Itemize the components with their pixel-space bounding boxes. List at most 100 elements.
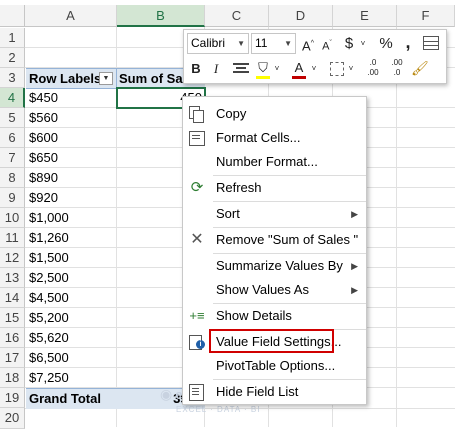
- decimal-text: .0: [369, 58, 377, 67]
- row-labels-header[interactable]: Row Labels: [29, 69, 101, 89]
- column-header-f[interactable]: F: [397, 5, 455, 27]
- chevron-down-icon[interactable]: ˅: [346, 59, 356, 79]
- menu-item-number-format[interactable]: Number Format...: [183, 150, 366, 174]
- row-label[interactable]: $4,500: [26, 288, 69, 308]
- column-header-b[interactable]: B: [117, 5, 205, 27]
- row-label[interactable]: $2,500: [26, 268, 69, 288]
- select-all-corner[interactable]: [0, 5, 25, 27]
- row-header-7[interactable]: 7: [0, 148, 25, 168]
- menu-item-label: Summarize Values By: [216, 258, 343, 273]
- decrease-decimal-icon[interactable]: .00.0: [387, 58, 407, 78]
- bold-button[interactable]: B: [188, 59, 204, 79]
- row-header-20[interactable]: 20: [0, 408, 25, 429]
- chevron-down-icon[interactable]: ˅: [309, 59, 319, 79]
- currency-icon[interactable]: $: [341, 34, 357, 54]
- row-header-1[interactable]: 1: [0, 28, 25, 48]
- row-header-13[interactable]: 13: [0, 268, 25, 288]
- menu-item-label: Copy: [216, 106, 247, 121]
- show-details-icon: +≡: [189, 308, 205, 323]
- row-header-14[interactable]: 14: [0, 288, 25, 308]
- borders-icon[interactable]: [330, 62, 344, 76]
- row-header-2[interactable]: 2: [0, 48, 25, 68]
- row-label[interactable]: $6,500: [26, 348, 69, 368]
- menu-item-remove[interactable]: ✕ Remove "Sum of Sales ": [183, 228, 366, 252]
- row-label[interactable]: $5,620: [26, 328, 69, 348]
- menu-item-label: Hide Field List: [216, 384, 299, 399]
- filter-dropdown-icon[interactable]: ▼: [99, 72, 113, 85]
- row-header-4[interactable]: 4: [0, 88, 25, 108]
- comma-style-icon[interactable]: ,: [401, 32, 415, 52]
- row-header-16[interactable]: 16: [0, 328, 25, 348]
- font-size-value: 11: [255, 36, 268, 50]
- row-header-3[interactable]: 3: [0, 68, 25, 88]
- submenu-arrow-icon: ▶: [351, 209, 358, 219]
- row-header-9[interactable]: 9: [0, 188, 25, 208]
- format-painter-icon[interactable]: 🖌: [411, 58, 429, 78]
- align-center-icon[interactable]: [233, 62, 249, 75]
- decimal-text: .00: [391, 58, 403, 67]
- row-header-18[interactable]: 18: [0, 368, 25, 388]
- fill-color-icon[interactable]: ⛉: [255, 58, 271, 78]
- row-header-11[interactable]: 11: [0, 228, 25, 248]
- row-label[interactable]: $1,500: [26, 248, 69, 268]
- menu-item-format-cells[interactable]: Format Cells...: [183, 126, 366, 150]
- grand-total-label[interactable]: Grand Total: [29, 389, 101, 409]
- italic-button[interactable]: I: [208, 59, 224, 79]
- column-header-c[interactable]: C: [205, 5, 269, 27]
- menu-item-show-details[interactable]: +≡ Show Details: [183, 304, 366, 328]
- submenu-arrow-icon: ▶: [351, 285, 358, 295]
- menu-item-show-values-as[interactable]: Show Values As ▶: [183, 278, 366, 302]
- chevron-down-icon[interactable]: ˅: [358, 34, 368, 54]
- highlight-box: [209, 329, 334, 353]
- row-label[interactable]: $560: [26, 108, 58, 128]
- grow-font-icon[interactable]: A^: [299, 34, 317, 54]
- row-label[interactable]: $600: [26, 128, 58, 148]
- menu-item-label: Sort: [216, 206, 240, 221]
- row-label[interactable]: $1,260: [26, 228, 69, 248]
- decimal-text: .0: [393, 68, 401, 77]
- row-header-10[interactable]: 10: [0, 208, 25, 228]
- percent-icon[interactable]: %: [377, 34, 395, 54]
- chevron-down-icon: ▼: [284, 39, 292, 48]
- chevron-down-icon[interactable]: ˅: [272, 59, 282, 79]
- column-header-e[interactable]: E: [333, 5, 397, 27]
- submenu-arrow-icon: ▶: [351, 261, 358, 271]
- menu-item-label: PivotTable Options...: [216, 358, 336, 373]
- refresh-icon: ⟳: [190, 179, 204, 196]
- format-table-icon[interactable]: [423, 36, 439, 50]
- column-header-d[interactable]: D: [269, 5, 333, 27]
- row-label[interactable]: $450: [26, 88, 58, 108]
- row-label[interactable]: $890: [26, 168, 58, 188]
- menu-item-label: Show Details: [216, 308, 292, 323]
- row-header-17[interactable]: 17: [0, 348, 25, 368]
- row-header-6[interactable]: 6: [0, 128, 25, 148]
- context-menu: Copy Format Cells... Number Format... ⟳ …: [182, 96, 367, 405]
- fill-color-swatch: [256, 76, 270, 79]
- menu-item-pivottable-options[interactable]: PivotTable Options...: [183, 354, 366, 378]
- font-name-value: Calibri: [191, 36, 226, 50]
- row-label[interactable]: $650: [26, 148, 58, 168]
- font-color-swatch: [292, 76, 306, 79]
- row-header-12[interactable]: 12: [0, 248, 25, 268]
- chevron-down-icon: ▼: [237, 39, 245, 48]
- row-label[interactable]: $1,000: [26, 208, 69, 228]
- copy-icon: [188, 106, 206, 123]
- row-header-19[interactable]: 19: [0, 388, 25, 408]
- row-header-8[interactable]: 8: [0, 168, 25, 188]
- shrink-font-icon[interactable]: Aˇ: [318, 34, 336, 54]
- row-header-5[interactable]: 5: [0, 108, 25, 128]
- row-label[interactable]: $5,200: [26, 308, 69, 328]
- row-header-15[interactable]: 15: [0, 308, 25, 328]
- column-header-a[interactable]: A: [25, 5, 117, 27]
- menu-item-hide-field-list[interactable]: Hide Field List: [183, 380, 366, 404]
- menu-item-copy[interactable]: Copy: [183, 102, 366, 126]
- menu-item-summarize-values-by[interactable]: Summarize Values By ▶: [183, 254, 366, 278]
- font-color-icon[interactable]: A: [291, 58, 307, 78]
- menu-item-refresh[interactable]: ⟳ Refresh: [183, 176, 366, 200]
- font-size-box[interactable]: 11 ▼: [251, 33, 296, 54]
- row-label[interactable]: $7,250: [26, 368, 69, 388]
- increase-decimal-icon[interactable]: .0.00: [363, 58, 383, 78]
- menu-item-sort[interactable]: Sort ▶: [183, 202, 366, 226]
- row-label[interactable]: $920: [26, 188, 58, 208]
- font-name-box[interactable]: Calibri ▼: [187, 33, 249, 54]
